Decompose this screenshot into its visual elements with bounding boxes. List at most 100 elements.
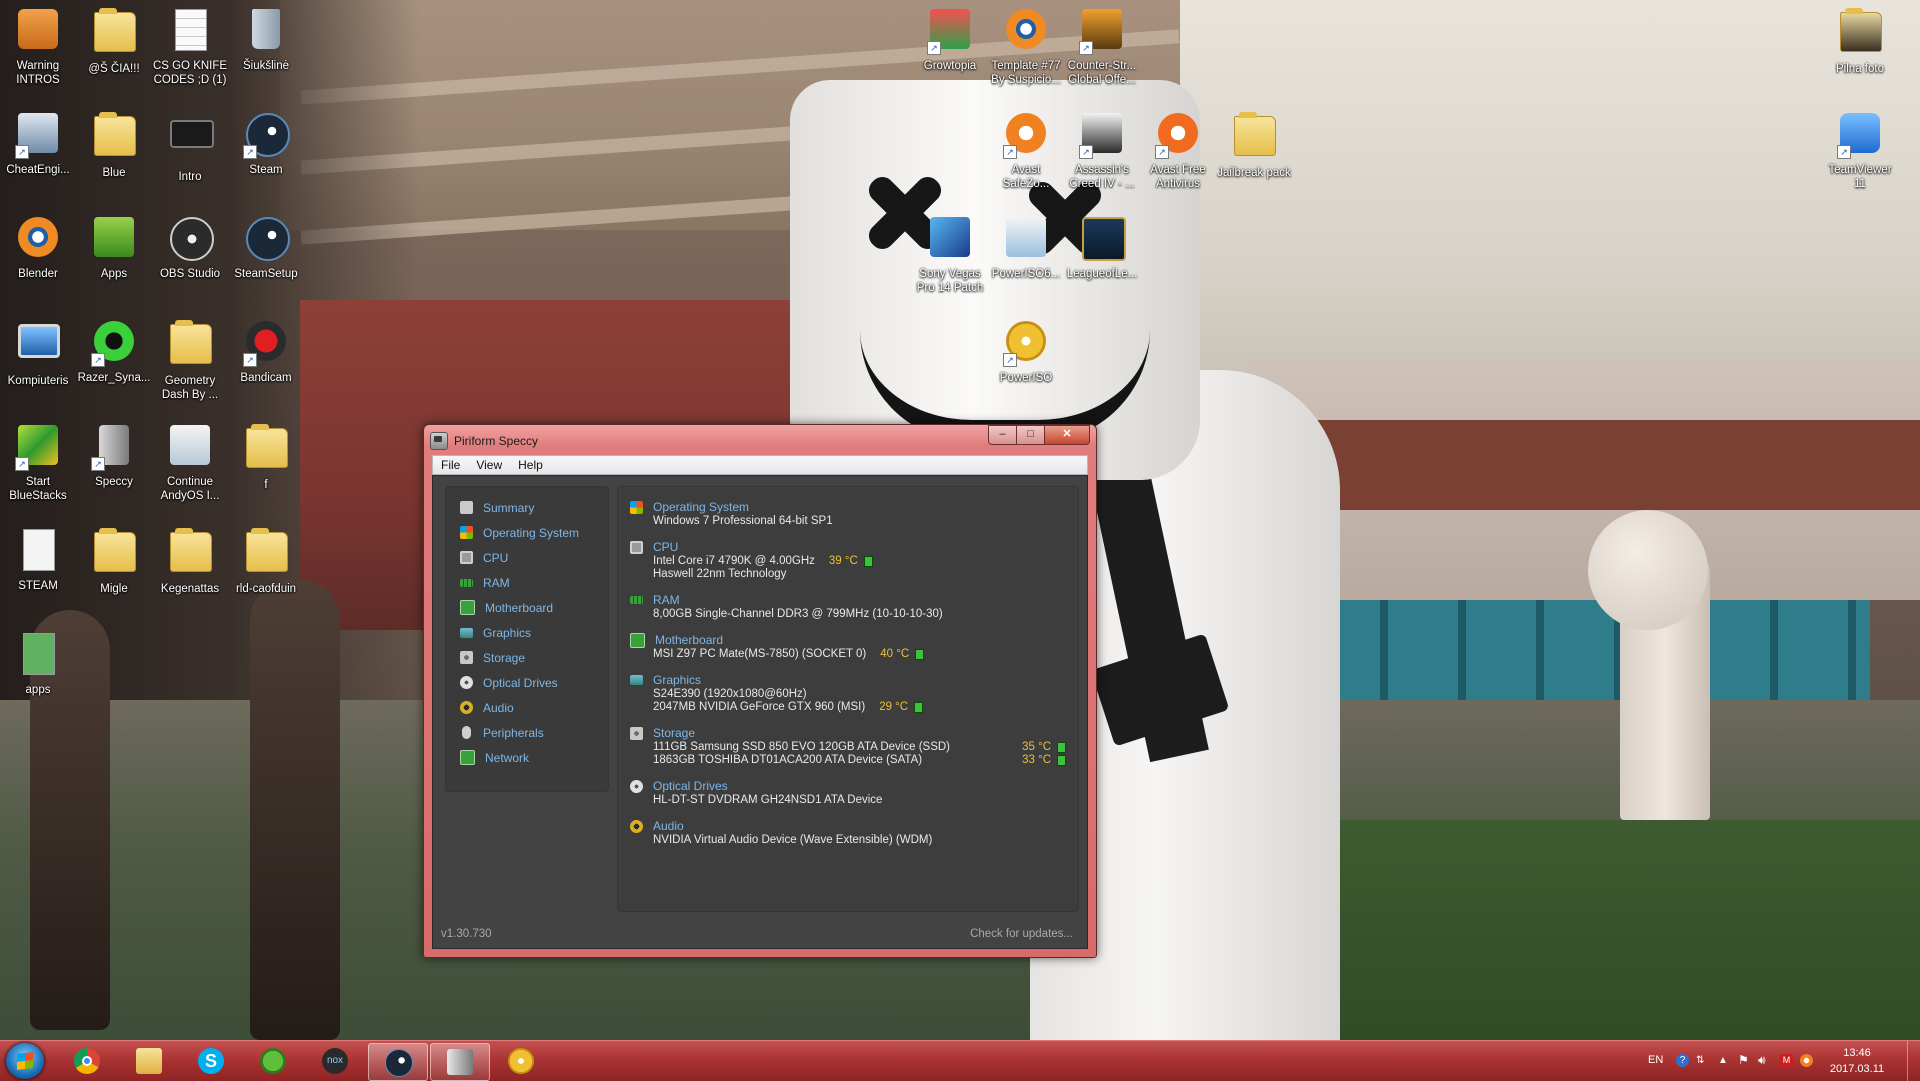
volume-icon[interactable]: 🔊︎: [1758, 1054, 1771, 1067]
motherboard-icon: [630, 632, 645, 648]
desktop-icon-template77[interactable]: Template #77 By Suspicio...: [988, 6, 1064, 87]
desktop-icon-avast-free[interactable]: ↗ Avast Free Antivirus: [1140, 110, 1216, 191]
check-for-updates-link[interactable]: Check for updates...: [970, 928, 1073, 940]
motherboard-icon: [460, 600, 475, 615]
close-button[interactable]: ✕: [1044, 425, 1090, 445]
network-status-icon[interactable]: ⇅: [1696, 1054, 1709, 1067]
taskbar-poweriso[interactable]: [492, 1043, 550, 1079]
desktop-icon-apps-lower[interactable]: apps: [0, 630, 76, 697]
ssd-temperature: 35 °C: [1022, 741, 1051, 753]
status-bar: v1.30.730 Check for updates...: [433, 922, 1087, 946]
sidebar-item-summary[interactable]: Summary: [446, 495, 608, 520]
speccy-window[interactable]: Piriform Speccy – □ ✕ File View Help Sum…: [423, 424, 1097, 958]
desktop-icon-s-cia[interactable]: @Š ČIA!!!: [76, 6, 152, 76]
desktop-icon-jailbreak[interactable]: Jailbreak pack: [1216, 110, 1292, 180]
desktop-icon-steam[interactable]: ↗ Steam: [228, 110, 304, 177]
csgo-icon: ↗: [1079, 9, 1125, 55]
sidebar-item-operating-system[interactable]: Operating System: [446, 520, 608, 545]
desktop-icon-poweriso[interactable]: ↗ PowerISO: [988, 318, 1064, 385]
section-title: CPU: [653, 540, 679, 554]
temperature-status-indicator: [914, 702, 924, 713]
system-clock[interactable]: 13:46 2017.03.11: [1822, 1045, 1892, 1077]
desktop-icon-steamsetup[interactable]: SteamSetup: [228, 214, 304, 281]
desktop-icon-avast-safezone[interactable]: ↗ Avast SafeZo...: [988, 110, 1064, 191]
menu-view[interactable]: View: [468, 456, 510, 474]
minimize-button[interactable]: –: [988, 425, 1017, 445]
desktop-icon-andyos[interactable]: Continue AndyOS I...: [152, 422, 228, 503]
installer-icon: [167, 425, 213, 471]
mcafee-icon[interactable]: M: [1780, 1054, 1793, 1067]
desktop-icon-geometry[interactable]: Geometry Dash By ...: [152, 318, 228, 402]
motherboard-temperature: 40 °C: [880, 648, 910, 660]
desktop-icon-kegenattas[interactable]: Kegenattas: [152, 526, 228, 596]
storage-icon: [630, 726, 643, 740]
sidebar-item-ram[interactable]: RAM: [446, 570, 608, 595]
show-desktop-button[interactable]: [1907, 1041, 1920, 1081]
sidebar-item-motherboard[interactable]: Motherboard: [446, 595, 608, 620]
taskbar-minecraft[interactable]: [244, 1043, 302, 1079]
desktop-icon-cheatengine[interactable]: ↗ CheatEngi...: [0, 110, 76, 177]
desktop-icon-bandicam[interactable]: ↗ Bandicam: [228, 318, 304, 385]
desktop-icon-teamviewer[interactable]: ↗ TeamViewer 11: [1822, 110, 1898, 191]
sidebar-item-optical-drives[interactable]: Optical Drives: [446, 670, 608, 695]
avast-tray-icon[interactable]: [1800, 1054, 1813, 1067]
desktop-icon-steam-caps[interactable]: STEAM: [0, 526, 76, 593]
category-sidebar: Summary Operating System CPU RAM Motherb…: [445, 486, 609, 792]
start-button[interactable]: [6, 1043, 44, 1079]
folder-icon: [243, 424, 289, 474]
menu-help[interactable]: Help: [510, 456, 551, 474]
maximize-button[interactable]: □: [1016, 425, 1045, 445]
desktop-icon-warning-intros[interactable]: Warning INTROS: [0, 6, 76, 87]
minecraft-icon: [260, 1048, 286, 1074]
avast-icon: ↗: [1155, 113, 1201, 159]
taskbar-skype[interactable]: S: [182, 1043, 240, 1079]
desktop-icon-apps[interactable]: Apps: [76, 214, 152, 281]
desktop-icon-intro[interactable]: Intro: [152, 110, 228, 184]
desktop-icon-rld[interactable]: rld-caofduin: [228, 526, 304, 596]
sidebar-item-cpu[interactable]: CPU: [446, 545, 608, 570]
desktop-icon-obs[interactable]: OBS Studio: [152, 214, 228, 281]
desktop-icon-blue[interactable]: Blue: [76, 110, 152, 180]
show-hidden-icons-chevron-icon[interactable]: ▲: [1718, 1054, 1731, 1067]
desktop-icon-sony-vegas[interactable]: Sony Vegas Pro 14 Patch: [912, 214, 988, 295]
sidebar-item-graphics[interactable]: Graphics: [446, 620, 608, 645]
desktop-icon-razer[interactable]: ↗ Razer_Syna...: [76, 318, 152, 385]
sidebar-item-network[interactable]: Network: [446, 745, 608, 770]
menu-file[interactable]: File: [433, 456, 468, 474]
taskbar-speccy[interactable]: [430, 1043, 490, 1081]
taskbar-steam[interactable]: [368, 1043, 428, 1081]
optical-drive-value: HL-DT-ST DVDRAM GH24NSD1 ATA Device: [653, 794, 883, 806]
desktop-icon-league[interactable]: LeagueofLe...: [1064, 214, 1140, 281]
window-title-bar[interactable]: Piriform Speccy: [430, 429, 538, 453]
desktop-icon-bluestacks[interactable]: ↗ Start BlueStacks: [0, 422, 76, 503]
taskbar-file-explorer[interactable]: [120, 1043, 178, 1079]
desktop-icon-speccy[interactable]: ↗ Speccy: [76, 422, 152, 489]
language-indicator[interactable]: EN: [1648, 1054, 1663, 1066]
desktop-icon-assassins[interactable]: ↗ Assassin's Creed IV - ...: [1064, 110, 1140, 191]
taskbar-nox[interactable]: nox: [306, 1043, 364, 1079]
sidebar-item-audio[interactable]: Audio: [446, 695, 608, 720]
taskbar-chrome[interactable]: [58, 1043, 116, 1079]
desktop-icon-csgo[interactable]: ↗ Counter-Str... Global Offe...: [1064, 6, 1140, 87]
temperature-status-indicator: [863, 556, 873, 567]
sidebar-item-peripherals[interactable]: Peripherals: [446, 720, 608, 745]
desktop-icon-migle[interactable]: Migle: [76, 526, 152, 596]
section-title: Storage: [653, 726, 696, 740]
desktop-icon-siukslyne[interactable]: Šiukšlinė: [228, 6, 304, 73]
desktop-icon-f[interactable]: f: [228, 422, 304, 492]
section-title: Graphics: [653, 673, 702, 687]
sidebar-item-storage[interactable]: Storage: [446, 645, 608, 670]
file-explorer-icon: [136, 1048, 162, 1074]
steam-setup-icon: [243, 217, 290, 263]
desktop-icon-kompiuteris[interactable]: Kompiuteris: [0, 318, 76, 388]
desktop-icon-blender[interactable]: Blender: [0, 214, 76, 281]
system-tray: EN ? ⇅ ▲ ⚑ 🔊︎ M 13:46 2017.03.11: [1620, 1041, 1920, 1081]
desktop-icon-growtopia[interactable]: ↗ Growtopia: [912, 6, 988, 73]
help-icon[interactable]: ?: [1676, 1054, 1689, 1067]
speccy-icon: [447, 1049, 473, 1075]
motherboard-value: MSI Z97 PC Mate(MS-7850) (SOCKET 0): [653, 648, 867, 660]
desktop-icon-poweriso6[interactable]: PowerISO6...: [988, 214, 1064, 281]
desktop-icon-csgo-knife[interactable]: CS GO KNIFE CODES ;D (1): [152, 6, 228, 87]
desktop-icon-pilna-foto[interactable]: Pilna foto: [1822, 6, 1898, 76]
action-center-flag-icon[interactable]: ⚑: [1738, 1054, 1751, 1067]
